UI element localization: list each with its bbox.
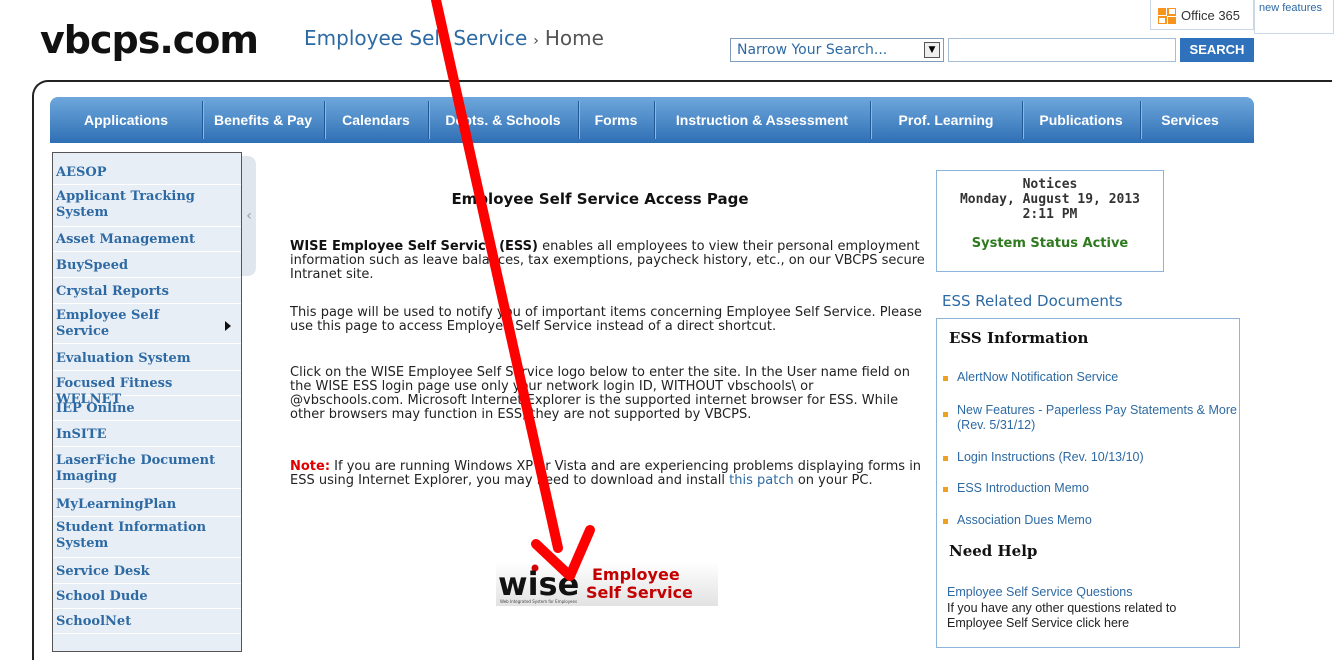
sidebar-item-employee-self-service[interactable]: Employee Self Service: [53, 308, 241, 344]
note-end: on your PC.: [793, 473, 873, 488]
ess-link-login-instructions[interactable]: Login Instructions (Rev. 10/13/10): [957, 450, 1237, 465]
ess-name: WISE Employee Self Service (ESS): [290, 239, 538, 254]
sidebar-item-asset-management[interactable]: Asset Management: [53, 232, 241, 252]
nav-item-services[interactable]: Services: [1140, 97, 1240, 143]
new-features-link[interactable]: new features: [1254, 0, 1334, 34]
office365-link[interactable]: Office 365: [1150, 0, 1254, 30]
ess-related-heading: ESS Related Documents: [942, 292, 1123, 310]
bullet-icon: [943, 456, 948, 461]
sidebar-item-focused-fitness[interactable]: Focused Fitness WELNET: [53, 376, 241, 407]
sidebar-item-student-information-system[interactable]: Student Information System: [53, 520, 241, 558]
sidebar-item-aesop[interactable]: AESOP: [53, 165, 241, 185]
sidebar-item-buyspeed[interactable]: BuySpeed: [53, 258, 241, 278]
sidebar-item-label: Applicant Tracking System: [56, 189, 195, 220]
sidebar-item-label: LaserFiche Document Imaging: [56, 453, 216, 484]
chevron-left-icon: ‹: [246, 208, 252, 224]
sidebar-item-label: Asset Management: [56, 232, 196, 247]
ess-information-heading: ESS Information: [949, 329, 1089, 347]
note-label: Note:: [290, 459, 331, 474]
sidebar-item-label: IEP Online: [56, 401, 135, 416]
sidebar-item-school-dude[interactable]: School Dude: [53, 589, 241, 609]
sidebar: AESOP Applicant Tracking System Asset Ma…: [52, 152, 242, 652]
search-input[interactable]: [948, 38, 1176, 62]
sidebar-item-label: Evaluation System: [56, 351, 191, 366]
patch-link[interactable]: this patch: [729, 473, 794, 488]
site-logo[interactable]: vbcps.com: [40, 18, 259, 62]
search-button[interactable]: SEARCH: [1180, 38, 1254, 62]
note-paragraph: Note: If you are running Windows XP or V…: [290, 460, 930, 488]
need-help-heading: Need Help: [949, 542, 1038, 560]
ess-link-new-features[interactable]: New Features - Paperless Pay Statements …: [957, 403, 1237, 433]
sidebar-item-schoolnet[interactable]: SchoolNet: [53, 614, 241, 634]
nav-item-forms[interactable]: Forms: [578, 97, 654, 143]
sidebar-item-label: School Dude: [56, 589, 148, 604]
sidebar-item-applicant-tracking[interactable]: Applicant Tracking System: [53, 189, 241, 227]
search-scope-value: Narrow Your Search...: [737, 42, 888, 58]
notify-paragraph: This page will be used to notify you of …: [290, 305, 922, 334]
bullet-icon: [943, 519, 948, 524]
sidebar-item-label: SchoolNet: [56, 614, 132, 629]
intro-paragraph: WISE Employee Self Service (ESS) enables…: [290, 240, 930, 282]
sidebar-item-crystal-reports[interactable]: Crystal Reports: [53, 284, 241, 304]
sidebar-item-label: Service Desk: [56, 564, 150, 579]
main-nav: Applications Benefits & Pay Calendars De…: [50, 97, 1254, 143]
submenu-arrow-icon: [225, 320, 231, 331]
page-title: Employee Self Service Access Page: [451, 190, 749, 208]
wise-ess-logo: wise Employee Self Service Web Integrate…: [496, 562, 718, 606]
nav-item-benefits-pay[interactable]: Benefits & Pay: [202, 97, 324, 143]
sidebar-item-label: MyLearningPlan: [56, 497, 177, 512]
notices-box: Notices Monday, August 19, 2013 2:11 PM …: [936, 170, 1164, 272]
nav-item-calendars[interactable]: Calendars: [324, 97, 428, 143]
sidebar-item-laserfiche[interactable]: LaserFiche Document Imaging: [53, 453, 241, 489]
ess-link-association-dues[interactable]: Association Dues Memo: [957, 513, 1237, 528]
sidebar-item-label: Student Information System: [56, 520, 207, 551]
nav-item-applications[interactable]: Applications: [50, 97, 202, 143]
breadcrumb-separator: ›: [533, 33, 539, 49]
search-scope-select[interactable]: Narrow Your Search... ▼: [730, 38, 944, 62]
bullet-icon: [943, 412, 948, 417]
nav-item-depts-schools[interactable]: Depts. & Schools: [428, 97, 578, 143]
sidebar-collapse-toggle[interactable]: ‹: [242, 156, 256, 276]
nav-item-publications[interactable]: Publications: [1022, 97, 1140, 143]
notices-date: Monday, August 19, 2013: [959, 192, 1140, 207]
sidebar-item-label: Employee Self Service: [56, 308, 160, 339]
office365-icon: [1158, 8, 1176, 24]
ess-link-introduction-memo[interactable]: ESS Introduction Memo: [957, 481, 1237, 496]
sidebar-item-evaluation-system[interactable]: Evaluation System: [53, 351, 241, 371]
ess-questions-link[interactable]: Employee Self Service Questions: [947, 585, 1133, 599]
sidebar-item-label: Crystal Reports: [56, 284, 169, 299]
sidebar-item-iep-online[interactable]: IEP Online: [53, 401, 241, 421]
ess-information-box: ESS Information AlertNow Notification Se…: [936, 318, 1240, 648]
wise-logo-line1: Employee: [592, 565, 680, 584]
wise-wordmark: wise: [498, 565, 579, 603]
wise-logo-line2: Self Service: [586, 583, 693, 602]
breadcrumb-home[interactable]: Home: [545, 26, 604, 50]
sidebar-item-label: InSITE: [56, 427, 107, 442]
sidebar-item-mylearningplan[interactable]: MyLearningPlan: [53, 497, 241, 517]
notices-time: 2:11 PM: [1022, 207, 1078, 222]
nav-item-prof-learning[interactable]: Prof. Learning: [870, 97, 1022, 143]
nav-item-instruction-assessment[interactable]: Instruction & Assessment: [654, 97, 870, 143]
system-status: System Status Active: [971, 236, 1129, 251]
breadcrumb: Employee Self Service › Home: [304, 26, 604, 50]
wise-logo-tagline: Web Integrated System for Employees: [500, 599, 577, 604]
help-text: If you have any other questions related …: [947, 601, 1177, 630]
bullet-icon: [943, 376, 948, 381]
bullet-icon: [943, 487, 948, 492]
login-instructions-paragraph: Click on the WISE Employee Self Service …: [290, 365, 910, 422]
sidebar-item-label: AESOP: [56, 165, 107, 180]
sidebar-item-service-desk[interactable]: Service Desk: [53, 564, 241, 584]
ess-link-alertnow[interactable]: AlertNow Notification Service: [957, 370, 1237, 385]
dropdown-arrow-icon[interactable]: ▼: [924, 42, 940, 58]
sidebar-item-label: BuySpeed: [56, 258, 129, 273]
notices-title: Notices: [1022, 177, 1078, 192]
breadcrumb-section[interactable]: Employee Self Service: [304, 26, 527, 50]
sidebar-item-insite[interactable]: InSITE: [53, 427, 241, 447]
wise-ess-logo-link[interactable]: wise Employee Self Service Web Integrate…: [496, 562, 718, 606]
office365-label: Office 365: [1181, 8, 1241, 23]
